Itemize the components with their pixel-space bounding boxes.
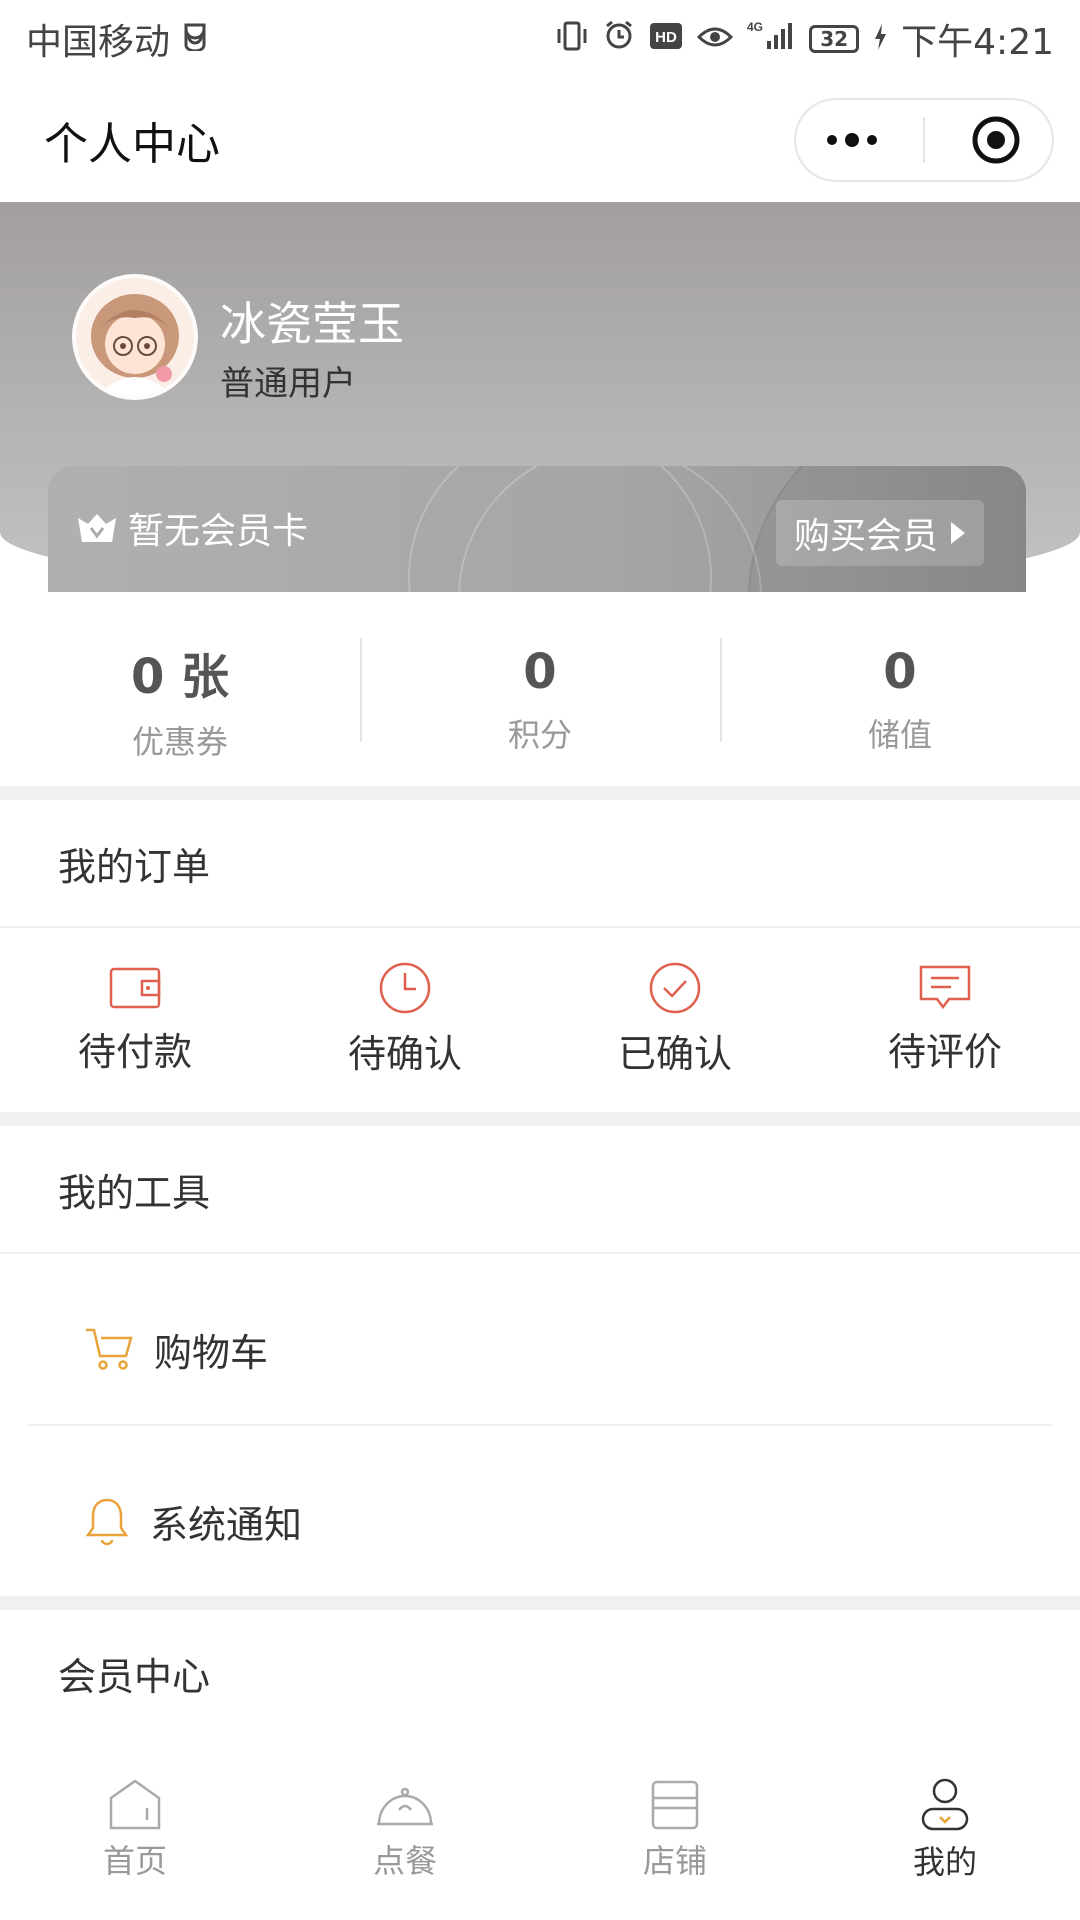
tool-label: 购物车 xyxy=(154,1330,269,1375)
status-bar: 中国移动 HD 4G 32 下午4:21 xyxy=(0,0,1080,78)
clock-time: 下午4:21 xyxy=(901,22,1054,63)
clock-icon xyxy=(379,962,431,1013)
section-gap xyxy=(0,786,1080,800)
user-icon xyxy=(921,1778,969,1831)
orders-section-title: 我的订单 xyxy=(0,800,1080,928)
asset-stats: 0 张 优惠券 0 积分 0 储值 xyxy=(0,620,1080,780)
tab-label: 我的 xyxy=(912,1843,977,1881)
play-arrow-icon xyxy=(951,522,965,544)
section-gap xyxy=(0,1596,1080,1610)
buy-membership-label: 购买会员 xyxy=(793,516,938,557)
signal-4g-icon: 4G xyxy=(747,19,795,60)
avatar[interactable] xyxy=(72,274,198,400)
vip-card-status: 暂无会员卡 xyxy=(76,502,308,554)
profile-header: 冰瓷莹玉 普通用户 暂无会员卡 购买会员 xyxy=(0,202,1080,592)
user-name: 冰瓷莹玉 xyxy=(220,297,404,351)
close-miniprogram-button[interactable] xyxy=(956,110,1036,170)
wallet-icon xyxy=(109,967,161,1008)
stat-balance[interactable]: 0 储值 xyxy=(720,620,1080,780)
vip-card[interactable]: 暂无会员卡 购买会员 xyxy=(48,466,1026,592)
more-button[interactable] xyxy=(812,110,892,170)
avatar-image xyxy=(76,278,194,396)
tab-mine[interactable]: 我的 xyxy=(810,1736,1080,1920)
stat-label: 储值 xyxy=(867,716,932,754)
member-center-section-title: 会员中心 xyxy=(0,1610,1080,1738)
stat-points[interactable]: 0 积分 xyxy=(360,620,720,780)
stat-label: 积分 xyxy=(507,716,572,754)
stat-value: 0 张 xyxy=(130,649,230,705)
section-title-text: 我的订单 xyxy=(58,844,211,889)
eye-icon xyxy=(697,19,734,60)
tool-system-notice[interactable]: 系统通知 xyxy=(0,1436,1080,1606)
check-circle-icon xyxy=(649,962,701,1013)
more-dots-icon xyxy=(826,133,877,147)
stat-coupons[interactable]: 0 张 优惠券 xyxy=(0,620,360,780)
order-pending-confirm[interactable]: 待确认 xyxy=(270,928,540,1110)
vip-card-text: 暂无会员卡 xyxy=(128,511,309,552)
tab-store[interactable]: 店铺 xyxy=(540,1736,810,1920)
battery-indicator: 32 xyxy=(809,25,860,53)
stat-value: 0 xyxy=(523,644,557,700)
crown-icon xyxy=(78,514,116,542)
comment-icon xyxy=(919,965,971,1009)
stat-value: 0 xyxy=(883,644,917,700)
section-gap xyxy=(0,1112,1080,1126)
tool-divider xyxy=(28,1424,1052,1426)
carrier-name: 中国移动 xyxy=(26,22,171,63)
dish-icon xyxy=(377,1787,433,1826)
tool-label: 系统通知 xyxy=(150,1502,303,1547)
target-close-icon xyxy=(972,116,1020,164)
hd-icon: HD xyxy=(649,19,683,60)
tab-home[interactable]: 首页 xyxy=(0,1736,270,1920)
svg-text:HD: HD xyxy=(655,29,677,46)
capsule-divider xyxy=(922,117,925,163)
bell-icon xyxy=(85,1498,129,1546)
buy-membership-button[interactable]: 购买会员 xyxy=(775,500,984,566)
home-icon xyxy=(109,1779,161,1830)
tools-section-title: 我的工具 xyxy=(0,1126,1080,1254)
tab-label: 首页 xyxy=(102,1842,167,1880)
section-title-text: 会员中心 xyxy=(58,1654,211,1699)
tool-shopping-cart[interactable]: 购物车 xyxy=(0,1264,1080,1434)
title-bar: 个人中心 xyxy=(0,78,1080,202)
user-level: 普通用户 xyxy=(220,364,356,404)
order-confirmed[interactable]: 已确认 xyxy=(540,928,810,1110)
personal-center-page: 中国移动 HD 4G 32 下午4:21 个人中心 冰瓷莹玉 普通用户 暂无会员… xyxy=(0,0,1080,1920)
order-label: 待评价 xyxy=(887,1029,1002,1074)
tab-label: 点餐 xyxy=(372,1842,437,1880)
page-title: 个人中心 xyxy=(44,119,220,170)
order-label: 待确认 xyxy=(347,1031,462,1076)
order-label: 已确认 xyxy=(617,1031,732,1076)
store-icon xyxy=(651,1780,699,1830)
order-label: 待付款 xyxy=(77,1029,192,1074)
section-title-text: 我的工具 xyxy=(58,1170,211,1215)
order-pending-payment[interactable]: 待付款 xyxy=(0,928,270,1110)
notification-icon xyxy=(182,19,208,60)
charging-icon xyxy=(873,19,887,60)
stat-label: 优惠券 xyxy=(131,723,228,761)
tab-order-food[interactable]: 点餐 xyxy=(270,1736,540,1920)
order-status-row: 待付款 待确认 已确认 待评价 xyxy=(0,928,1080,1110)
vibrate-icon xyxy=(555,19,589,60)
miniprogram-capsule xyxy=(794,98,1054,182)
svg-text:4G: 4G xyxy=(747,20,763,34)
cart-icon xyxy=(86,1328,133,1370)
bottom-tab-bar: 首页 点餐 店铺 我的 xyxy=(0,1736,1080,1920)
tab-label: 店铺 xyxy=(642,1842,707,1880)
order-pending-review[interactable]: 待评价 xyxy=(810,928,1080,1110)
alarm-icon xyxy=(603,19,635,60)
